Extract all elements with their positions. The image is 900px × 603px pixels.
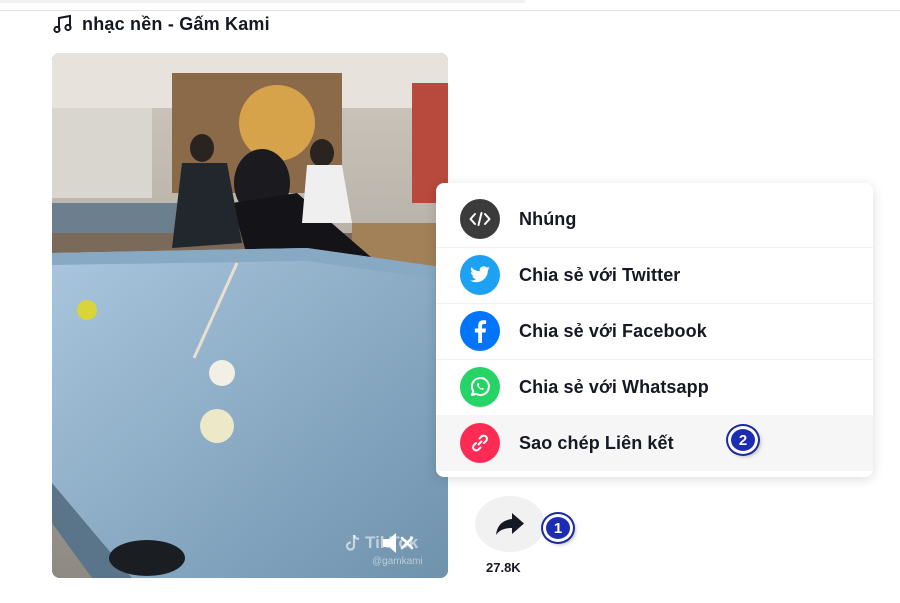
top-bar-edge xyxy=(0,0,525,3)
music-title[interactable]: nhạc nền - Gấm Kami xyxy=(82,14,270,35)
facebook-icon xyxy=(460,311,500,351)
annotation-badge-1: 1 xyxy=(543,514,573,542)
menu-item-embed[interactable]: Nhúng xyxy=(436,191,873,247)
share-arrow-icon xyxy=(496,513,524,535)
menu-item-twitter[interactable]: Chia sẻ với Twitter xyxy=(436,247,873,303)
video-player[interactable] xyxy=(52,53,448,578)
music-row[interactable]: nhạc nền - Gấm Kami xyxy=(52,12,270,36)
link-icon xyxy=(460,423,500,463)
annotation-badge-2: 2 xyxy=(728,426,758,454)
menu-item-label: Sao chép Liên kết xyxy=(519,432,674,453)
menu-item-copy-link[interactable]: Sao chép Liên kết xyxy=(436,415,873,471)
whatsapp-icon xyxy=(460,367,500,407)
menu-item-label: Nhúng xyxy=(519,208,577,229)
share-menu: Nhúng Chia sẻ với Twitter Chia sẻ với Fa… xyxy=(436,183,873,477)
menu-item-whatsapp[interactable]: Chia sẻ với Whatsapp xyxy=(436,359,873,415)
speaker-muted-icon xyxy=(383,533,414,553)
menu-item-label: Chia sẻ với Whatsapp xyxy=(519,376,709,397)
menu-item-label: Chia sẻ với Facebook xyxy=(519,320,707,341)
music-note-icon xyxy=(52,13,74,35)
menu-item-facebook[interactable]: Chia sẻ với Facebook xyxy=(436,303,873,359)
share-button[interactable] xyxy=(475,496,545,552)
mute-button[interactable] xyxy=(379,530,417,556)
menu-item-label: Chia sẻ với Twitter xyxy=(519,264,681,285)
embed-code-icon xyxy=(460,199,500,239)
twitter-icon xyxy=(460,255,500,295)
share-count: 27.8K xyxy=(486,560,521,575)
video-frame xyxy=(52,53,448,578)
tiktok-logo-icon xyxy=(345,534,360,551)
top-divider xyxy=(0,10,900,11)
watermark-username: @gamkami xyxy=(372,556,423,567)
